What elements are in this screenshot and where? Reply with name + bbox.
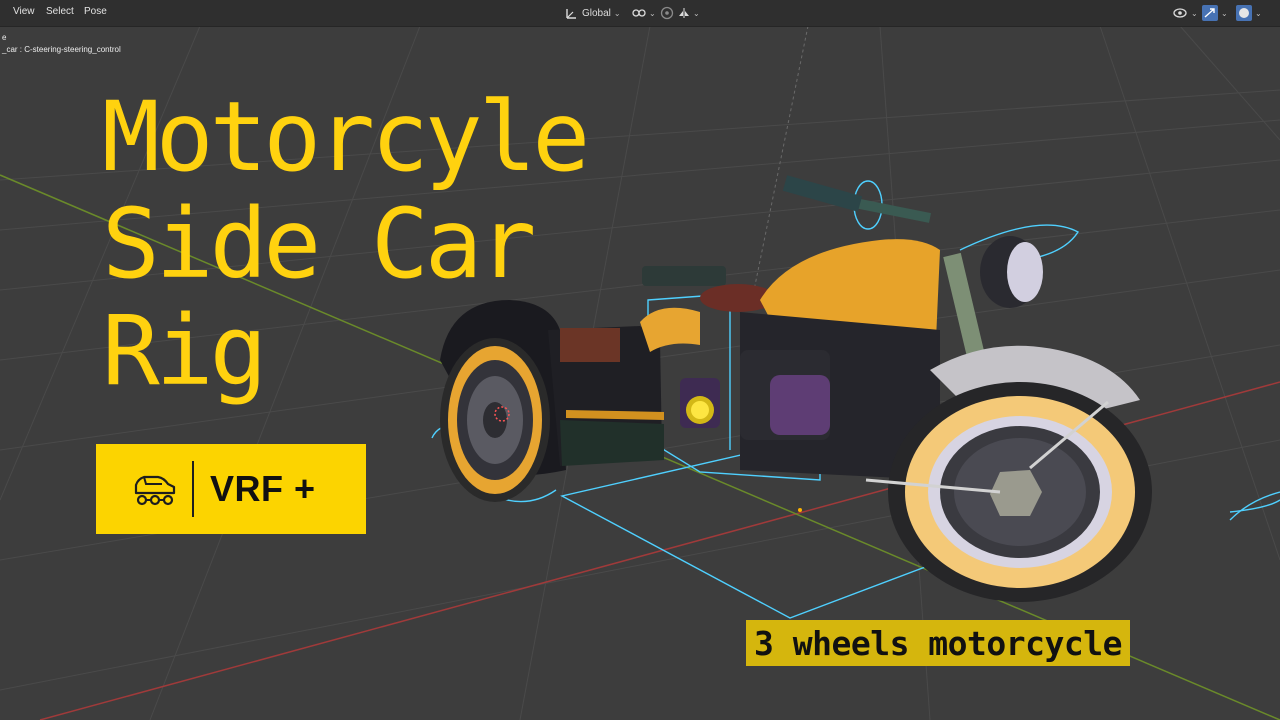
shading-toggle[interactable]: ⌄ — [1236, 4, 1262, 22]
chevron-down-icon: ⌄ — [1221, 8, 1228, 18]
title-line-2: Side Car — [102, 188, 536, 300]
active-bone-label: _car : C-steering-steering_control — [2, 45, 121, 54]
badge-divider — [192, 461, 194, 517]
badge-label: VRF + — [210, 468, 316, 509]
snap-icon — [632, 9, 646, 17]
subtitle-caption: 3 wheels motorcycle — [746, 620, 1130, 666]
shading-icon — [1236, 5, 1252, 21]
car-icon — [134, 475, 176, 506]
page-title: Motorcyle Side Car Rig — [102, 81, 590, 407]
proportional-edit-toggle[interactable] — [660, 4, 674, 22]
transform-orientation-label: Global — [582, 7, 611, 19]
viewport-header: View Select Pose Global ⌄ ⌄ ⌄ ⌄ ⌄ ⌄ — [0, 0, 1280, 27]
transform-orientation-dropdown[interactable]: Global ⌄ — [565, 4, 621, 22]
viewport-info: e _car : C-steering-steering_control — [2, 32, 121, 56]
menu-view[interactable]: View — [13, 6, 35, 17]
chevron-down-icon: ⌄ — [1255, 8, 1262, 18]
mode-line: e — [2, 33, 7, 42]
title-line-1: Motorcyle — [102, 81, 590, 193]
origin-point — [798, 508, 802, 512]
chevron-down-icon: ⌄ — [649, 8, 656, 18]
proportional-edit-icon — [660, 6, 674, 20]
gizmo-icon — [1202, 5, 1218, 21]
menu-select[interactable]: Select — [46, 6, 74, 17]
snap-toggle[interactable]: ⌄ — [632, 4, 656, 22]
chevron-down-icon: ⌄ — [613, 8, 621, 18]
z-axis-line — [751, 25, 809, 301]
chevron-down-icon: ⌄ — [1191, 8, 1198, 18]
title-line-3: Rig — [102, 295, 267, 407]
mirror-options[interactable]: ⌄ — [678, 4, 700, 22]
vrf-badge: VRF + — [96, 444, 366, 534]
menu-pose[interactable]: Pose — [84, 6, 107, 17]
transform-pivot-icon — [566, 8, 576, 19]
gizmo-toggle[interactable]: ⌄ — [1202, 4, 1228, 22]
overlay-toggle[interactable]: ⌄ — [1172, 4, 1198, 22]
chevron-down-icon: ⌄ — [693, 8, 700, 18]
overlay-icon — [1173, 8, 1187, 18]
mirror-icon — [679, 8, 689, 18]
